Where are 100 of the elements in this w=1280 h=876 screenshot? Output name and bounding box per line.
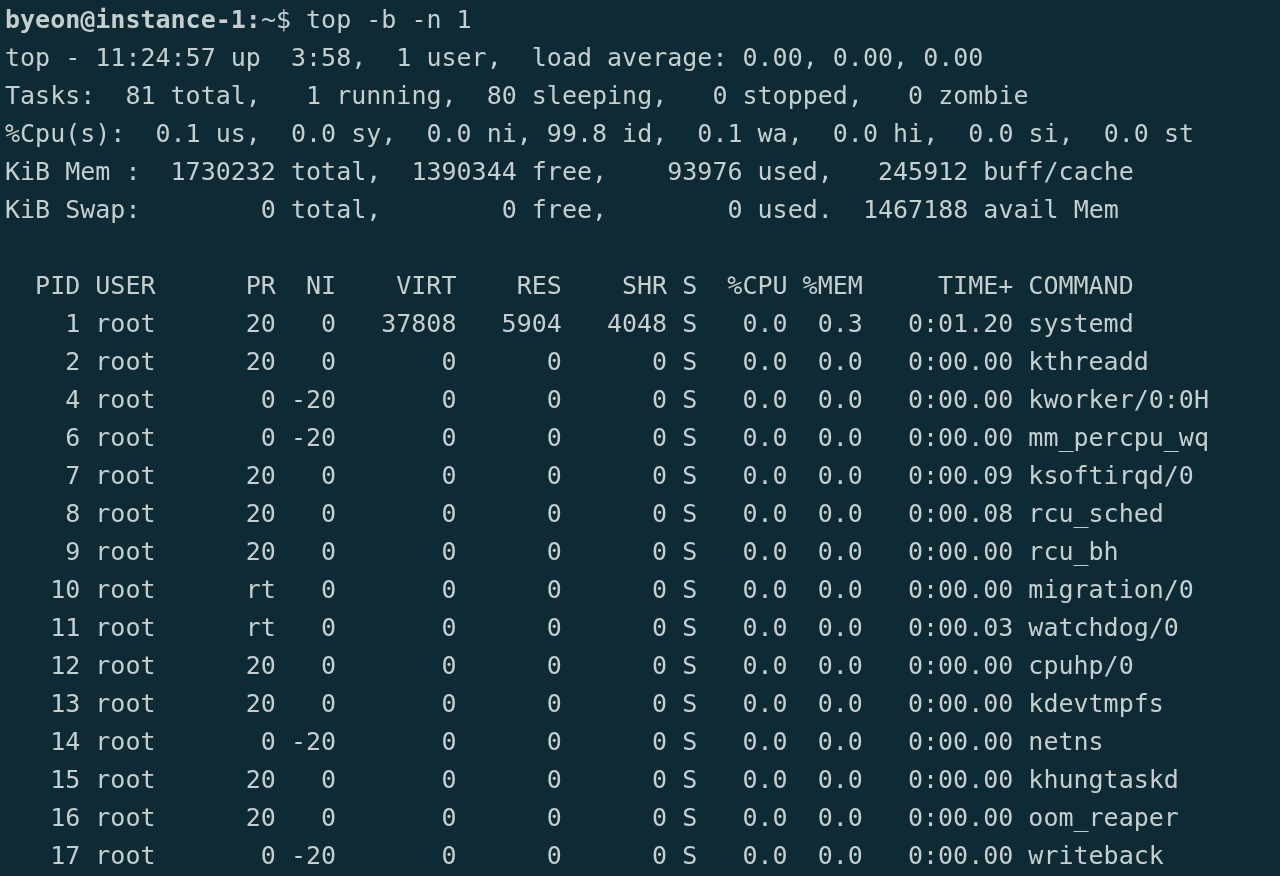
table-cell-text: netns — [1028, 726, 1105, 758]
table-cell-text: 0 — [545, 764, 562, 796]
column-header: %MEM — [802, 270, 863, 302]
table-cell-text: 0 — [545, 802, 562, 834]
table-cell-text: -20 — [290, 384, 337, 416]
table-cell-text: S — [682, 764, 698, 796]
table-cell-text: root — [95, 840, 157, 872]
table-cell-text: 20 — [244, 460, 276, 492]
table-cell-text: 0 — [259, 840, 276, 872]
table-cell-text: 0 — [545, 346, 562, 378]
table-cell-text: 0 — [651, 574, 668, 606]
column-header: SHR — [621, 270, 668, 302]
table-cell-text: root — [95, 422, 157, 454]
table-cell-text: 0 — [320, 764, 337, 796]
table-cell-text: kworker/0:0H — [1028, 384, 1209, 416]
column-header: NI — [304, 270, 337, 302]
table-cell-text: 0.0 — [816, 764, 863, 796]
table-cell-text: 0 — [440, 460, 457, 492]
table-cell-text: 0 — [545, 650, 562, 682]
table-cell-text: 2 — [64, 346, 81, 378]
table-cell-text: 20 — [244, 650, 276, 682]
table-cell-text: 0 — [545, 688, 562, 720]
table-cell-text: 0 — [651, 688, 668, 720]
table-cell-text: kdevtmpfs — [1028, 688, 1165, 720]
table-cell-text: 13 — [49, 688, 81, 720]
table-cell-text: 0.0 — [816, 460, 863, 492]
table-cell-text: 0:00.03 — [906, 612, 1014, 644]
table-cell-text: systemd — [1028, 308, 1135, 340]
table-cell-text: 0.3 — [816, 308, 863, 340]
table-cell-text: migration/0 — [1028, 574, 1195, 606]
table-cell-text: rt — [244, 574, 276, 606]
table-cell-text: 0 — [545, 384, 562, 416]
table-cell-text: S — [682, 346, 698, 378]
table-cell-text: S — [682, 726, 698, 758]
table-cell-text: 0 — [545, 498, 562, 530]
table-cell-text: S — [682, 574, 698, 606]
table-cell-text: 0.0 — [741, 764, 788, 796]
table-cell-text: root — [95, 384, 157, 416]
table-cell-text: 0 — [545, 726, 562, 758]
table-cell-text: 1 — [64, 308, 81, 340]
table-cell-text: kthreadd — [1028, 346, 1150, 378]
table-cell-text: 0.0 — [816, 498, 863, 530]
table-cell-text: mm_percpu_wq — [1028, 422, 1209, 454]
table-cell-text: 0 — [651, 802, 668, 834]
table-cell-text: 0:00.00 — [906, 726, 1014, 758]
table-cell-text: 0:00.00 — [906, 688, 1014, 720]
column-header: RES — [515, 270, 562, 302]
table-cell-text: writeback — [1028, 840, 1165, 872]
table-cell-text: 0.0 — [741, 422, 788, 454]
table-cell-text: 0 — [440, 688, 457, 720]
table-cell-text: 5904 — [500, 308, 562, 340]
table-cell-text: 0.0 — [816, 688, 863, 720]
table-cell-text: 0 — [440, 346, 457, 378]
column-header: S — [682, 270, 698, 302]
table-cell-text: 0.0 — [741, 840, 788, 872]
table-cell-text: 0 — [320, 308, 337, 340]
table-cell-text: S — [682, 840, 698, 872]
table-cell-text: rcu_sched — [1028, 498, 1165, 530]
command-prompt: byeon@instance-1:~$ top -b -n 1 — [5, 4, 472, 36]
table-cell-text: 0.0 — [741, 650, 788, 682]
table-cell-text: 20 — [244, 688, 276, 720]
table-cell-text: 4 — [64, 384, 81, 416]
table-cell-text: 0.0 — [816, 650, 863, 682]
table-cell-text: 0.0 — [816, 612, 863, 644]
summary-line: KiB Swap: 0 total, 0 free, 0 used. 1467188 avail Mem — [5, 194, 1119, 226]
table-cell-text: 0.0 — [816, 384, 863, 416]
table-cell-text: 7 — [64, 460, 81, 492]
table-cell-text: S — [682, 308, 698, 340]
table-cell-text: -20 — [290, 840, 337, 872]
column-header: PID — [34, 270, 81, 302]
table-cell-text: 0 — [320, 346, 337, 378]
table-cell-text: S — [682, 650, 698, 682]
table-cell-text: 0 — [440, 384, 457, 416]
table-cell-text: 0:00.00 — [906, 802, 1014, 834]
table-cell-text: 0 — [320, 612, 337, 644]
table-cell-text: 0:00.08 — [906, 498, 1014, 530]
table-cell-text: -20 — [290, 726, 337, 758]
table-cell-text: 0:00.00 — [906, 346, 1014, 378]
table-cell-text: 0 — [545, 840, 562, 872]
table-cell-text: 0 — [651, 422, 668, 454]
table-cell-text: S — [682, 498, 698, 530]
table-cell-text: 20 — [244, 308, 276, 340]
table-cell-text: ksoftirqd/0 — [1028, 460, 1195, 492]
table-cell-text: root — [95, 460, 157, 492]
column-header: COMMAND — [1028, 270, 1135, 302]
table-cell-text: 0.0 — [741, 536, 788, 568]
table-cell-text: 0 — [651, 726, 668, 758]
table-cell-text: root — [95, 346, 157, 378]
table-cell-text: 0 — [320, 460, 337, 492]
table-cell-text: 0:00.00 — [906, 384, 1014, 416]
table-cell-text: 0:00.00 — [906, 574, 1014, 606]
table-cell-text: 0:00.00 — [906, 650, 1014, 682]
table-cell-text: root — [95, 308, 157, 340]
table-cell-text: 0.0 — [816, 422, 863, 454]
table-cell-text: 0 — [259, 726, 276, 758]
table-cell-text: 0.0 — [816, 536, 863, 568]
table-cell-text: 0.0 — [816, 840, 863, 872]
table-cell-text: 0:00.00 — [906, 764, 1014, 796]
table-cell-text: 0.0 — [741, 460, 788, 492]
table-cell-text: 0 — [320, 650, 337, 682]
